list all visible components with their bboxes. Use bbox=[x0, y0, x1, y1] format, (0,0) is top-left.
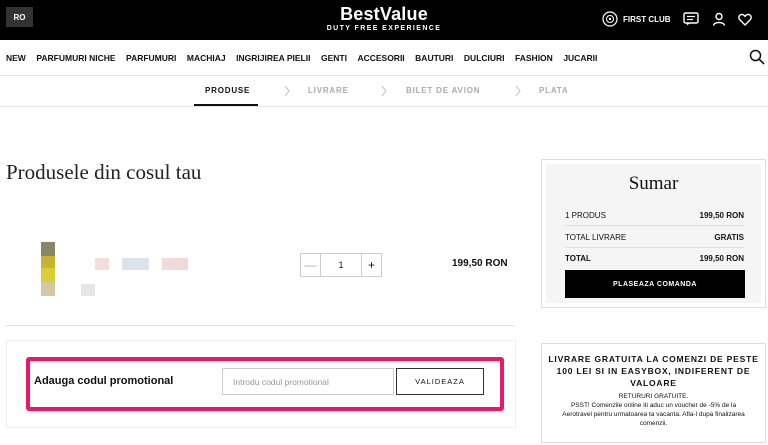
nav-item-ingrijirea-pielii[interactable]: INGRIJIREA PIELII bbox=[236, 53, 310, 63]
summary-row-value: 199,50 RON bbox=[699, 253, 744, 263]
search-icon[interactable] bbox=[749, 49, 765, 65]
wishlist-heart-icon[interactable] bbox=[736, 10, 754, 28]
active-step-underline bbox=[194, 104, 258, 106]
returns-info: RETURURI GRATUITE. bbox=[618, 393, 689, 400]
summary-row-label: TOTAL bbox=[565, 253, 591, 263]
logo-main: BestValue bbox=[340, 4, 428, 24]
summary-row-total: TOTAL 199,50 RON bbox=[565, 248, 744, 268]
summary-row-shipping: TOTAL LIVRARE GRATIS bbox=[565, 227, 744, 248]
validate-button[interactable]: VALIDEAZA bbox=[396, 368, 484, 395]
promo-label: Adauga codul promotional bbox=[34, 375, 174, 387]
place-order-button[interactable]: PLASEAZA COMANDA bbox=[565, 270, 745, 298]
chat-icon[interactable] bbox=[682, 10, 700, 28]
nav-item-genti[interactable]: GENTI bbox=[321, 53, 347, 63]
product-name-placeholder bbox=[95, 258, 109, 270]
chevron-right-icon bbox=[381, 85, 387, 97]
nav-item-parfumuri-niche[interactable]: PARFUMURI NICHE bbox=[36, 53, 115, 63]
quantity-stepper: — 1 + bbox=[300, 253, 382, 277]
nav-item-parfumuri[interactable]: PARFUMURI bbox=[126, 53, 176, 63]
voucher-info: PSST! Comenzile online iti aduc un vouch… bbox=[562, 402, 745, 427]
summary-row-label: TOTAL LIVRARE bbox=[565, 232, 627, 242]
summary-row-value: GRATIS bbox=[714, 232, 744, 242]
divider bbox=[6, 325, 514, 326]
step-plata[interactable]: PLATA bbox=[539, 86, 568, 95]
chevron-right-icon bbox=[515, 85, 521, 97]
logo[interactable]: BestValue DUTY FREE EXPERIENCE bbox=[314, 5, 454, 33]
nav-item-fashion[interactable]: FASHION bbox=[515, 53, 553, 63]
promo-code-input[interactable]: Introdu codul promotional bbox=[222, 368, 394, 395]
product-variant-placeholder bbox=[81, 284, 95, 296]
nav-item-machiaj[interactable]: MACHIAJ bbox=[187, 53, 226, 63]
nav-item-new[interactable]: NEW bbox=[6, 53, 26, 63]
summary-title: Sumar bbox=[628, 173, 679, 194]
shipping-info-box: LIVRARE GRATUITA LA COMENZI DE PESTE 100… bbox=[541, 343, 766, 443]
quantity-increase-button[interactable]: + bbox=[362, 254, 381, 276]
summary-row-label: 1 PRODUS bbox=[565, 210, 606, 220]
product-image[interactable] bbox=[41, 242, 55, 296]
summary-row-products: 1 PRODUS 199,50 RON bbox=[565, 205, 744, 226]
product-price: 199,50 RON bbox=[452, 258, 508, 269]
first-club-icon bbox=[602, 11, 618, 27]
nav-item-accesorii[interactable]: ACCESORII bbox=[357, 53, 404, 63]
page-title: Produsele din cosul tau bbox=[6, 160, 202, 184]
nav-items: NEW PARFUMURI NICHE PARFUMURI MACHIAJ IN… bbox=[6, 40, 597, 75]
product-name-placeholder bbox=[162, 258, 188, 270]
chevron-right-icon bbox=[284, 85, 290, 97]
step-produse[interactable]: PRODUSE bbox=[205, 86, 250, 95]
logo-tagline: DUTY FREE EXPERIENCE bbox=[326, 25, 442, 32]
quantity-value[interactable]: 1 bbox=[320, 254, 362, 276]
language-selector[interactable]: RO bbox=[6, 7, 33, 27]
first-club-link[interactable]: FIRST CLUB bbox=[602, 11, 671, 27]
nav-item-jucarii[interactable]: JUCARII bbox=[563, 53, 597, 63]
summary-row-value: 199,50 RON bbox=[699, 210, 744, 220]
nav-item-dulciuri[interactable]: DULCIURI bbox=[464, 53, 505, 63]
nav-item-bauturi[interactable]: BAUTURI bbox=[415, 53, 453, 63]
step-livrare[interactable]: LIVRARE bbox=[308, 86, 349, 95]
step-bilet-de-avion[interactable]: BILET DE AVION bbox=[406, 86, 480, 95]
main-navigation: NEW PARFUMURI NICHE PARFUMURI MACHIAJ IN… bbox=[0, 40, 768, 76]
quantity-decrease-button[interactable]: — bbox=[301, 254, 320, 276]
account-icon[interactable] bbox=[710, 10, 728, 28]
product-name-placeholder bbox=[122, 258, 149, 270]
first-club-label: FIRST CLUB bbox=[623, 14, 671, 24]
shipping-info-headline: LIVRARE GRATUITA LA COMENZI DE PESTE 100… bbox=[548, 354, 759, 388]
